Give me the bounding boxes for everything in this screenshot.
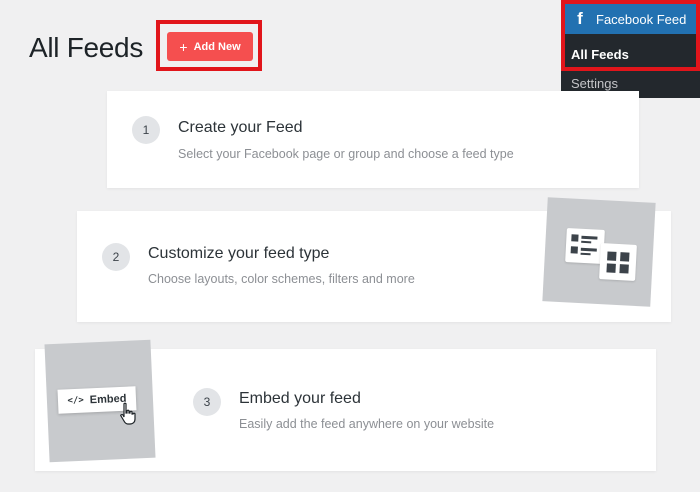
step-description: Select your Facebook page or group and c… [178, 147, 514, 161]
menu-item-all-feeds[interactable]: All Feeds [571, 47, 629, 62]
page-title: All Feeds [29, 32, 144, 63]
add-new-button[interactable]: + Add New [167, 32, 253, 61]
menu-item-settings[interactable]: Settings [571, 76, 618, 91]
menu-facebook-feed-label: Facebook Feed [596, 11, 687, 27]
add-new-label: Add New [193, 40, 241, 53]
facebook-icon: f [577, 9, 583, 28]
layout-grid-icon [565, 228, 605, 264]
code-icon: </> [67, 395, 85, 407]
step-number: 2 [102, 243, 130, 271]
menu-facebook-feed[interactable]: f Facebook Feed [565, 4, 696, 34]
step-title: Embed your feed [239, 390, 361, 407]
step-title: Customize your feed type [148, 245, 330, 262]
step-card-create [107, 91, 639, 188]
step-number: 1 [132, 116, 160, 144]
plus-icon: + [179, 38, 188, 55]
step-number: 3 [193, 388, 221, 416]
step-title: Create your Feed [178, 119, 303, 136]
step-description: Easily add the feed anywhere on your web… [239, 417, 495, 431]
hand-cursor-icon [120, 402, 136, 425]
tiles-icon [599, 243, 637, 281]
step-description: Choose layouts, color schemes, filters a… [148, 272, 415, 286]
